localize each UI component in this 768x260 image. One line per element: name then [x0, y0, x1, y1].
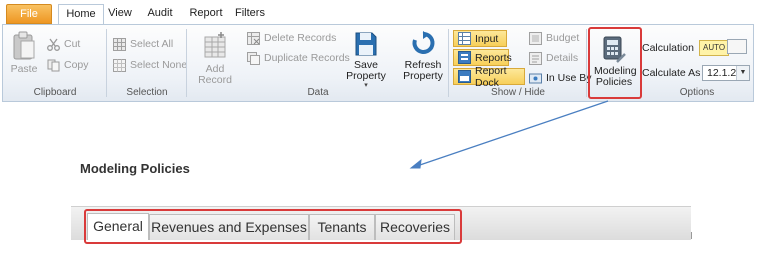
group-data: Add Record Delete Records Duplicate Reco…	[187, 25, 449, 101]
ribbon-tab-bar: File Home View Audit Report Filters	[0, 0, 768, 26]
group-label-options: Options	[679, 87, 715, 98]
modeling-policies-highlight	[588, 27, 642, 99]
report-dock-icon	[458, 70, 471, 83]
budget-toggle-button[interactable]: Budget	[529, 29, 579, 47]
calculation-label: Calculation	[642, 42, 694, 54]
input-toggle-button[interactable]: Input	[453, 30, 507, 47]
report-dock-label: Report Dock	[475, 64, 507, 89]
save-disk-icon	[355, 32, 377, 56]
chevron-down-icon[interactable]: ▼	[736, 66, 749, 80]
scissors-icon	[47, 38, 60, 51]
details-label: Details	[546, 52, 579, 64]
add-record-icon	[204, 32, 226, 58]
tab-home[interactable]: Home	[58, 4, 104, 26]
tab-report[interactable]: Report	[188, 4, 224, 22]
group-label-data: Data	[307, 87, 329, 98]
details-icon	[529, 51, 542, 65]
budget-icon	[529, 31, 542, 45]
group-clipboard: Paste Cut Copy Clipboard	[3, 25, 107, 101]
add-record-button[interactable]: Add Record	[189, 31, 241, 86]
group-show-hide: Input Reports Report Dock Budget Details…	[449, 25, 592, 101]
group-label-clipboard: Clipboard	[33, 87, 77, 98]
paste-icon	[13, 31, 35, 60]
copy-label: Copy	[64, 59, 89, 71]
delete-records-label: Delete Records	[264, 32, 337, 44]
tab-view[interactable]: View	[106, 4, 134, 22]
add-record-label: Add Record	[198, 63, 232, 86]
in-use-by-icon	[529, 73, 542, 83]
tab-audit[interactable]: Audit	[142, 4, 178, 22]
report-dock-toggle-button[interactable]: Report Dock	[453, 65, 525, 89]
select-none-button[interactable]: Select None	[113, 56, 187, 74]
in-use-by-label: In Use By	[546, 72, 592, 84]
group-label-selection: Selection	[126, 87, 168, 98]
select-none-label: Select None	[130, 59, 188, 71]
delete-records-button[interactable]: Delete Records	[247, 29, 336, 47]
copy-icon	[47, 59, 60, 71]
calculation-mode-badge: AUTO	[699, 40, 730, 56]
delete-records-icon	[247, 31, 260, 45]
reports-toggle-button[interactable]: Reports	[453, 49, 512, 66]
calculate-as-select[interactable]: 12.1.2 ▼	[702, 65, 750, 81]
duplicate-records-icon	[247, 51, 260, 65]
tabs-highlight	[84, 209, 462, 244]
details-toggle-button[interactable]: Details	[529, 49, 578, 67]
reports-label: Reports	[475, 51, 512, 64]
paste-label: Paste	[10, 63, 38, 75]
paste-button[interactable]: Paste	[9, 31, 39, 75]
select-all-button[interactable]: Select All	[113, 35, 173, 53]
refresh-icon	[412, 31, 435, 54]
select-none-icon	[113, 58, 126, 72]
tab-file[interactable]: File	[6, 4, 52, 24]
refresh-property-button[interactable]: Refresh Property	[400, 31, 446, 82]
cut-button[interactable]: Cut	[47, 35, 80, 53]
tab-filters[interactable]: Filters	[232, 4, 268, 22]
save-property-label: Save Property	[346, 59, 386, 82]
copy-button[interactable]: Copy	[47, 56, 89, 74]
calculate-as-label: Calculate As	[642, 67, 701, 79]
cut-label: Cut	[64, 38, 81, 50]
divider	[691, 232, 692, 239]
group-options: Calculation AUTO Calculate As 12.1.2 ▼ O…	[641, 25, 753, 101]
group-label-show-hide: Show / Hide	[491, 87, 545, 98]
input-grid-icon	[458, 32, 471, 45]
refresh-property-label: Refresh Property	[403, 59, 443, 82]
save-property-button[interactable]: Save Property ▾	[333, 31, 399, 90]
budget-label: Budget	[546, 32, 580, 44]
input-label: Input	[475, 32, 499, 45]
in-use-by-toggle-button[interactable]: In Use By	[529, 69, 592, 87]
group-selection: Select All Select None Selection	[107, 25, 187, 101]
reports-icon	[458, 51, 471, 64]
calculation-toggle[interactable]	[727, 39, 747, 54]
select-all-label: Select All	[130, 38, 174, 50]
calculate-as-value: 12.1.2	[707, 67, 737, 79]
select-all-icon	[113, 37, 126, 51]
page-title: Modeling Policies	[80, 161, 190, 176]
